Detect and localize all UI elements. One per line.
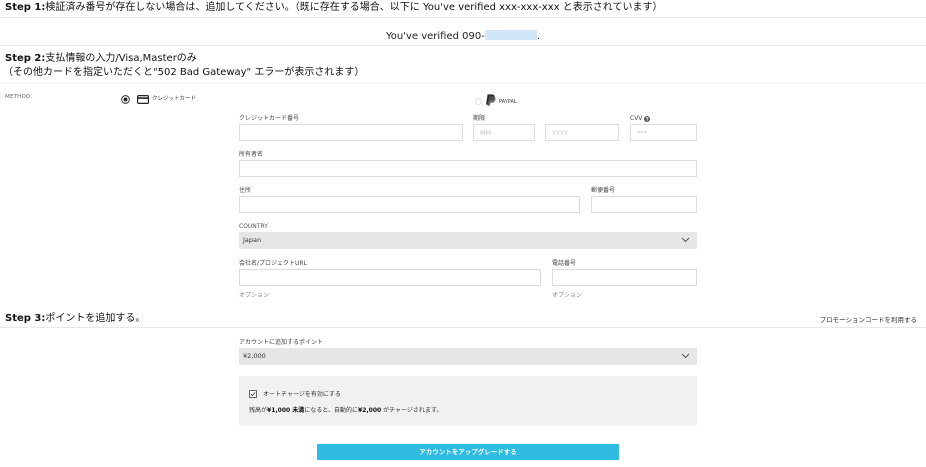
method-option-paypal[interactable]: PAYPAL (475, 94, 517, 106)
cvv-label: CVV (630, 115, 651, 122)
postal-code-input[interactable] (591, 196, 697, 213)
step1-label: Step 1: (5, 2, 46, 13)
phone-input[interactable] (552, 269, 697, 286)
postal-code-label: 郵便番号 (591, 187, 616, 194)
holder-name-input[interactable] (239, 160, 697, 177)
paypal-icon (486, 94, 496, 106)
divider (0, 327, 926, 328)
autocharge-panel: オートチャージを有効にする 残高が¥1,000 未満になると、自動的に¥2,00… (239, 376, 697, 426)
verified-number: You've verified 090-. (0, 30, 926, 43)
credit-card-icon (137, 94, 149, 104)
chevron-down-icon (681, 237, 690, 243)
autocharge-description: 残高が¥1,000 未満になると、自動的に¥2,000 がチャージされます。 (249, 407, 442, 414)
expiry-year-input[interactable] (545, 124, 619, 141)
verified-text: You've verified 090- (385, 31, 485, 42)
autocharge-threshold: ¥1,000 未満 (267, 407, 305, 414)
redacted-phone-digits (484, 30, 537, 40)
upgrade-account-button[interactable]: アカウントをアップグレードする (317, 444, 619, 460)
card-number-label: クレジットカード番号 (239, 115, 300, 122)
verified-suffix: . (536, 31, 541, 42)
country-select[interactable]: Japan (239, 232, 697, 249)
radio-unselected-icon[interactable] (475, 98, 482, 105)
phone-label: 電話番号 (552, 260, 577, 267)
expiry-month-input[interactable] (473, 124, 535, 141)
step2-text: 支払情報の入力/Visa,Masterのみ (45, 53, 197, 64)
address-label: 住所 (239, 187, 252, 194)
points-label: アカウントに追加するポイント (239, 339, 324, 346)
points-select-value: ¥2,000 (243, 352, 266, 360)
divider (0, 83, 926, 84)
step2-heading: Step 2:支払情報の入力/Visa,Masterのみ (5, 53, 197, 65)
autocharge-label[interactable]: オートチャージを有効にする (263, 391, 341, 398)
autocharge-desc-prefix: 残高が (249, 407, 268, 414)
holder-name-label: 所有者名 (239, 151, 264, 158)
expiry-label: 期限 (473, 115, 486, 122)
step1-text: 検証済み番号が存在しない場合は、追加してください。（既に存在する場合、以下に Y… (45, 2, 663, 13)
company-optional-hint: オプション (239, 292, 270, 299)
step1-heading: Step 1:検証済み番号が存在しない場合は、追加してください。（既に存在する場… (5, 2, 662, 14)
divider (0, 17, 926, 18)
autocharge-amount: ¥2,000 (358, 407, 382, 414)
cvv-label-text: CVV (630, 115, 643, 122)
country-label: COUNTRY (239, 223, 268, 230)
method-option-credit-card[interactable]: クレジットカード (121, 94, 196, 104)
company-input[interactable] (239, 269, 541, 286)
step2-note: （その他カードを指定いただくと"502 Bad Gateway" エラーが表示さ… (3, 67, 365, 78)
step3-heading: Step 3:ポイントを追加する。 (5, 313, 145, 325)
phone-optional-hint: オプション (552, 292, 583, 299)
step3-text: ポイントを追加する。 (45, 313, 146, 324)
country-select-value: Japan (243, 236, 262, 244)
method-option-label: PAYPAL (499, 98, 517, 105)
company-label: 会社名/プロジェクトURL (239, 260, 307, 267)
method-option-label: クレジットカード (152, 95, 197, 102)
address-input[interactable] (239, 196, 580, 213)
step2-label: Step 2: (5, 53, 46, 64)
cvv-input[interactable] (630, 124, 697, 141)
autocharge-checkbox[interactable] (249, 390, 257, 398)
step3-label: Step 3: (5, 313, 46, 324)
method-label: METHOD (5, 94, 31, 100)
autocharge-desc-suffix: がチャージされます。 (381, 407, 443, 414)
radio-selected-icon[interactable] (121, 94, 130, 104)
chevron-down-icon (681, 353, 690, 359)
divider (0, 45, 926, 46)
promo-code-link[interactable]: プロモーションコードを利用する (820, 316, 917, 324)
autocharge-desc-middle: になると、自動的に (304, 407, 359, 414)
help-icon[interactable] (644, 115, 651, 122)
points-select[interactable]: ¥2,000 (239, 348, 697, 365)
card-number-input[interactable] (239, 124, 463, 141)
